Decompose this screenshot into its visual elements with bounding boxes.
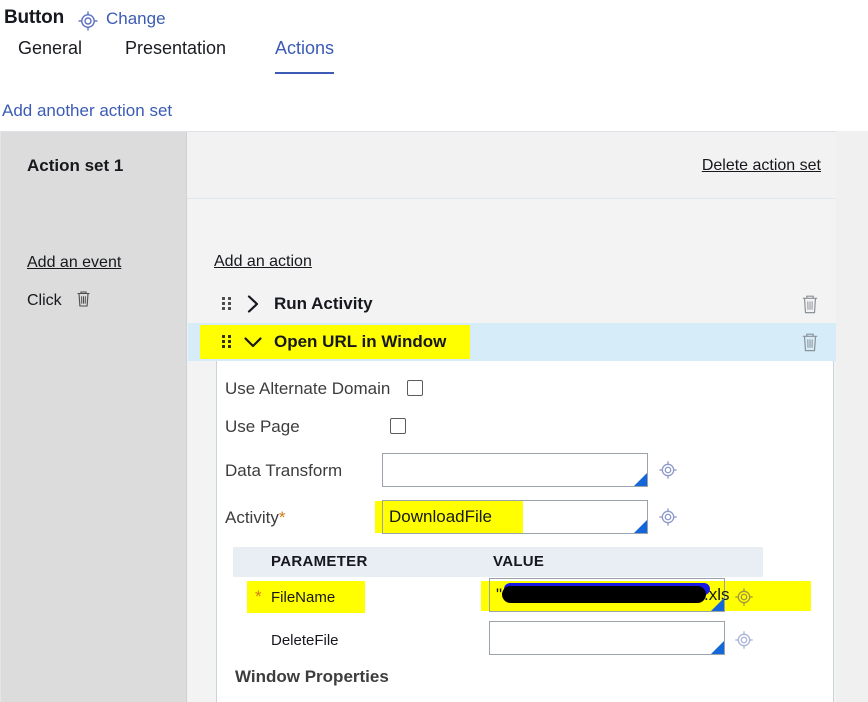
drag-handle-icon[interactable]	[222, 297, 232, 311]
action-label-open-url-in-window: Open URL in Window	[274, 332, 446, 352]
field-data-transform: Data Transform	[217, 453, 835, 489]
actions-column: Add an action Run Activity	[188, 199, 836, 702]
open-url-detail-form: Use Alternate Domain Use Page Data Trans…	[216, 361, 834, 702]
parameter-name: FileName	[271, 589, 335, 606]
table-row: DeleteFile	[233, 620, 763, 663]
expand-triangle-icon[interactable]	[634, 520, 647, 533]
tab-actions[interactable]: Actions	[275, 38, 334, 66]
crosshair-icon[interactable]	[733, 586, 755, 608]
crosshair-icon[interactable]	[657, 506, 679, 528]
expand-triangle-icon[interactable]	[711, 598, 724, 611]
action-row-run-activity[interactable]: Run Activity	[188, 285, 836, 323]
app-root: Button Change General Presentation Actio…	[0, 0, 868, 702]
data-transform-input[interactable]	[382, 453, 648, 487]
redaction-black-mark	[502, 586, 706, 603]
action-set-header: Action set 1 Delete action set	[1, 132, 836, 199]
action-set-title: Action set 1	[27, 156, 123, 176]
action-set-panel: Action set 1 Delete action set Add an ev…	[0, 131, 836, 702]
field-use-alternate-domain: Use Alternate Domain	[217, 375, 835, 405]
deletefile-value-input[interactable]	[489, 621, 725, 655]
use-alternate-domain-label: Use Alternate Domain	[225, 379, 390, 399]
activity-value: DownloadFile	[389, 507, 492, 527]
trash-icon[interactable]	[800, 331, 820, 358]
event-item-label: Click	[27, 292, 62, 309]
page-title: Button	[4, 7, 64, 29]
event-column: Add an event Click	[1, 199, 187, 702]
expand-triangle-icon[interactable]	[634, 473, 647, 486]
tab-presentation[interactable]: Presentation	[125, 38, 226, 66]
crosshair-icon[interactable]	[733, 629, 755, 651]
drag-handle-icon[interactable]	[222, 335, 232, 349]
activity-label: Activity*	[225, 508, 285, 528]
change-link[interactable]: Change	[106, 9, 166, 29]
use-alternate-domain-checkbox[interactable]	[407, 380, 423, 396]
field-activity: Activity* DownloadFile	[217, 500, 835, 536]
use-page-checkbox[interactable]	[390, 418, 406, 434]
table-row: * FileName " .xls	[233, 577, 763, 620]
expand-triangle-icon[interactable]	[711, 641, 724, 654]
add-an-event-link[interactable]: Add an event	[27, 254, 121, 272]
trash-icon[interactable]	[800, 293, 820, 320]
filename-value-input[interactable]: " .xls	[489, 578, 725, 612]
action-row-open-url-in-window[interactable]: Open URL in Window	[188, 323, 836, 361]
parameter-table: PARAMETER VALUE * FileName " .xls	[233, 547, 763, 663]
action-label-run-activity: Run Activity	[274, 294, 373, 314]
column-header-parameter: PARAMETER	[271, 553, 368, 570]
tab-bar: General Presentation Actions	[0, 38, 868, 74]
crosshair-icon[interactable]	[76, 9, 100, 33]
activity-label-text: Activity	[225, 508, 279, 527]
field-use-page: Use Page	[217, 413, 835, 443]
event-item-click[interactable]: Click	[27, 289, 92, 313]
required-asterisk: *	[279, 508, 286, 527]
data-transform-label: Data Transform	[225, 461, 342, 481]
add-an-action-link[interactable]: Add an action	[214, 253, 312, 271]
column-header-value: VALUE	[493, 553, 544, 570]
activity-input[interactable]: DownloadFile	[382, 500, 648, 534]
crosshair-icon[interactable]	[657, 459, 679, 481]
add-another-action-set-link[interactable]: Add another action set	[2, 101, 172, 121]
required-asterisk: *	[255, 587, 262, 607]
chevron-down-icon[interactable]	[242, 331, 264, 353]
chevron-right-icon[interactable]	[242, 293, 264, 315]
parameter-table-header: PARAMETER VALUE	[233, 547, 763, 577]
use-page-label: Use Page	[225, 417, 300, 437]
trash-icon[interactable]	[75, 289, 92, 313]
panel-right-gutter	[836, 131, 868, 702]
parameter-name: DeleteFile	[271, 632, 339, 649]
delete-action-set-link[interactable]: Delete action set	[702, 157, 821, 175]
tab-general[interactable]: General	[18, 38, 82, 66]
window-properties-heading: Window Properties	[235, 667, 389, 687]
